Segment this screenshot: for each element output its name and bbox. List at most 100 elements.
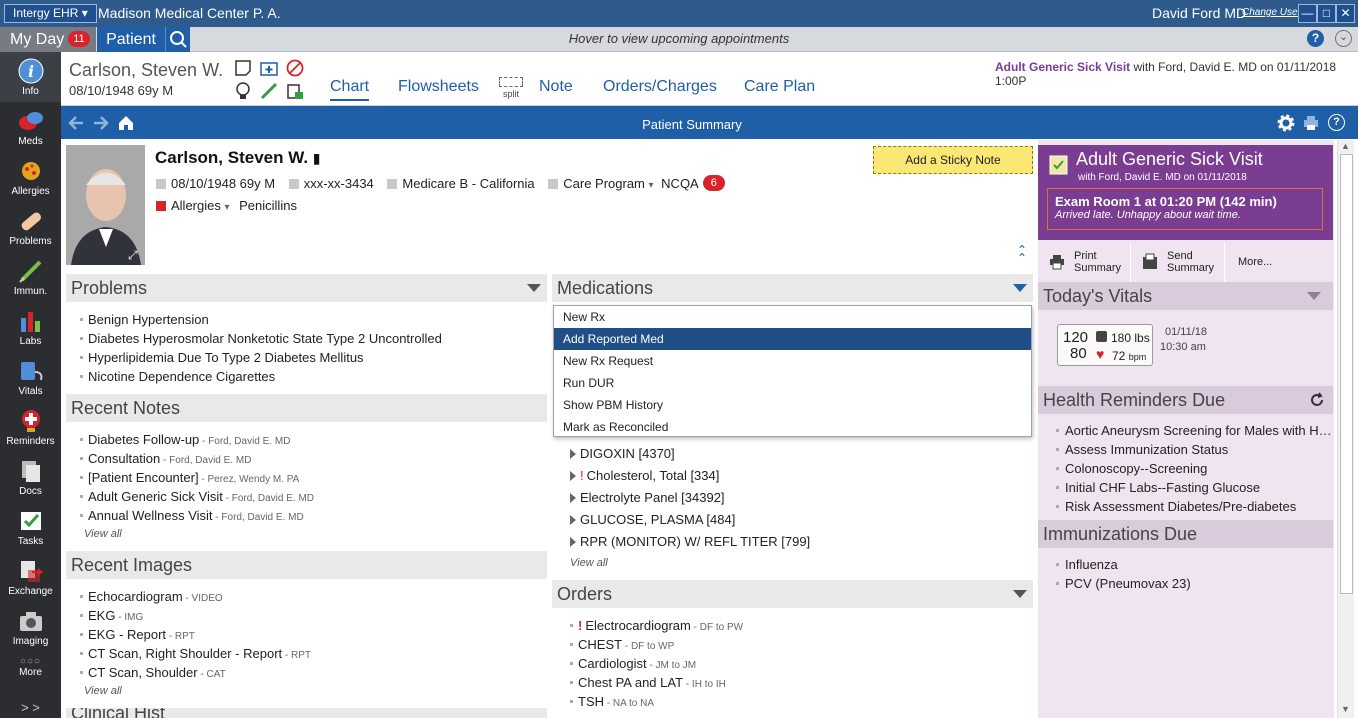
- ncqa-count-badge[interactable]: 6: [702, 175, 725, 191]
- help-icon[interactable]: ?: [1307, 30, 1324, 47]
- recent-images-section-header[interactable]: Recent Images: [66, 551, 547, 579]
- allergies-dropdown[interactable]: Allergies ▾: [171, 198, 230, 213]
- notes-view-all-link[interactable]: View all: [62, 525, 122, 544]
- problem-item[interactable]: Diabetes Hyperosmolar Nonketotic State T…: [66, 329, 547, 348]
- tab-care-plan[interactable]: Care Plan: [744, 78, 815, 96]
- menu-item[interactable]: Run DUR: [554, 372, 1031, 394]
- tab-chart[interactable]: Chart: [330, 78, 370, 101]
- split-icon[interactable]: [499, 77, 523, 87]
- tab-orders-charges[interactable]: Orders/Charges: [603, 78, 717, 96]
- immunizations-due-header[interactable]: Immunizations Due: [1038, 520, 1333, 548]
- upcoming-appointments-hint[interactable]: Hover to view upcoming appointments: [0, 31, 1358, 46]
- print-summary-button[interactable]: Print Summary: [1038, 242, 1131, 282]
- collapse-triangle-icon[interactable]: [1307, 292, 1321, 300]
- scroll-down-icon[interactable]: ▼: [1341, 704, 1350, 714]
- lab-result-item[interactable]: DIGOXIN [4370]: [566, 443, 1032, 465]
- sidebar-item-problems[interactable]: Problems: [0, 208, 61, 247]
- problem-item[interactable]: Nicotine Dependence Cigarettes: [66, 367, 547, 386]
- labs-view-all-link[interactable]: View all: [548, 554, 608, 573]
- order-item[interactable]: ! Electrocardiogram - DF to PW: [556, 616, 1033, 635]
- refresh-icon[interactable]: [1309, 392, 1325, 408]
- order-item[interactable]: TSH - NA to NA: [556, 692, 1033, 711]
- immunization-syringe-icon[interactable]: [260, 82, 278, 100]
- menu-item[interactable]: Show PBM History: [554, 394, 1031, 416]
- image-item[interactable]: CT Scan, Right Shoulder - Report - RPT: [66, 644, 547, 663]
- menu-item[interactable]: Mark as Reconciled: [554, 416, 1031, 438]
- app-menu-button[interactable]: Intergy EHR ▾: [4, 4, 97, 23]
- health-reminders-header[interactable]: Health Reminders Due: [1038, 386, 1333, 414]
- immunization-item[interactable]: Influenza: [1038, 555, 1332, 574]
- sidebar-item-more[interactable]: ○○○ More: [0, 656, 61, 678]
- chevron-down-icon[interactable]: ⌄: [1335, 30, 1352, 47]
- medical-kit-icon[interactable]: [260, 59, 278, 77]
- problem-item[interactable]: Benign Hypertension: [66, 310, 547, 329]
- sidebar-item-allergies[interactable]: Allergies: [0, 158, 61, 197]
- health-reminder-item[interactable]: Aortic Aneurysm Screening for Males with…: [1038, 421, 1332, 440]
- note-item[interactable]: [Patient Encounter] - Perez, Wendy M. PA: [66, 468, 547, 487]
- sidebar-item-immunizations[interactable]: Immun.: [0, 258, 61, 297]
- health-reminder-item[interactable]: Colonoscopy--Screening: [1038, 459, 1332, 478]
- note-item[interactable]: Adult Generic Sick Visit - Ford, David E…: [66, 487, 547, 506]
- health-reminder-item[interactable]: Assess Immunization Status: [1038, 440, 1332, 459]
- image-item[interactable]: EKG - Report - RPT: [66, 625, 547, 644]
- more-actions-button[interactable]: More...: [1226, 242, 1333, 282]
- problems-section-header[interactable]: Problems: [66, 274, 547, 302]
- vitals-summary[interactable]: 120 80 180 lbs ♥ 72 bpm: [1057, 324, 1153, 366]
- scrollbar-thumb[interactable]: [1340, 154, 1353, 594]
- tab-flowsheets[interactable]: Flowsheets: [398, 78, 479, 96]
- send-summary-button[interactable]: Send Summary: [1132, 242, 1225, 282]
- collapse-triangle-icon[interactable]: [527, 284, 541, 292]
- order-item[interactable]: CHEST - DF to WP: [556, 635, 1033, 654]
- patient-search-button[interactable]: [165, 27, 190, 52]
- scroll-document-icon[interactable]: ▮: [313, 150, 321, 166]
- recent-notes-section-header[interactable]: Recent Notes: [66, 394, 547, 422]
- sidebar-item-imaging[interactable]: Imaging: [0, 608, 61, 647]
- expand-photo-icon[interactable]: ⤢: [128, 248, 138, 263]
- image-item[interactable]: Echocardiogram - VIDEO: [66, 587, 547, 606]
- lab-result-item[interactable]: GLUCOSE, PLASMA [484]: [566, 509, 1032, 531]
- order-item[interactable]: Chest PA and LAT - IH to IH: [556, 673, 1033, 692]
- tab-my-day[interactable]: My Day 11: [0, 27, 96, 52]
- sidebar-expand-button[interactable]: > >: [0, 700, 61, 715]
- health-reminder-item[interactable]: Risk Assessment Diabetes/Pre-diabetes: [1038, 497, 1332, 516]
- note-item[interactable]: Consultation - Ford, David E. MD: [66, 449, 547, 468]
- scrollbar[interactable]: ▲ ▼: [1337, 140, 1354, 718]
- print-icon[interactable]: [1302, 114, 1320, 132]
- current-visit-info[interactable]: Adult Generic Sick Visit with Ford, Davi…: [995, 60, 1358, 88]
- gear-icon[interactable]: [1277, 114, 1295, 132]
- change-user-link[interactable]: Change User: [1242, 7, 1301, 18]
- medications-menu-triangle-icon[interactable]: [1013, 284, 1027, 292]
- secure-document-icon[interactable]: [286, 82, 304, 100]
- sidebar-item-exchange[interactable]: Exchange: [0, 558, 61, 597]
- lab-result-item[interactable]: RPR (MONITOR) W/ REFL TITER [799]: [566, 531, 1032, 553]
- todays-vitals-header[interactable]: Today's Vitals: [1038, 282, 1333, 310]
- lightbulb-icon[interactable]: [234, 82, 252, 100]
- no-entry-icon[interactable]: [286, 59, 304, 77]
- sidebar-item-reminders[interactable]: Reminders: [0, 408, 61, 447]
- collapse-triangle-icon[interactable]: [1013, 590, 1027, 598]
- visit-card[interactable]: Adult Generic Sick Visit with Ford, Davi…: [1038, 145, 1333, 240]
- menu-item[interactable]: New Rx: [554, 306, 1031, 328]
- sidebar-item-docs[interactable]: Docs: [0, 458, 61, 497]
- note-item[interactable]: Annual Wellness Visit - Ford, David E. M…: [66, 506, 547, 525]
- health-reminder-item[interactable]: Initial CHF Labs--Fasting Glucose: [1038, 478, 1332, 497]
- immunization-item[interactable]: PCV (Pneumovax 23): [1038, 574, 1332, 593]
- sidebar-item-info[interactable]: i Info: [0, 52, 61, 102]
- home-icon[interactable]: [117, 114, 135, 132]
- sidebar-item-vitals[interactable]: Vitals: [0, 358, 61, 397]
- image-item[interactable]: EKG - IMG: [66, 606, 547, 625]
- images-view-all-link[interactable]: View all: [62, 682, 122, 701]
- orders-section-header[interactable]: Orders: [552, 580, 1033, 608]
- sidebar-item-labs[interactable]: Labs: [0, 308, 61, 347]
- tab-patient[interactable]: Patient: [97, 27, 165, 52]
- menu-item[interactable]: Add Reported Med: [554, 328, 1031, 350]
- sidebar-item-tasks[interactable]: Tasks: [0, 508, 61, 547]
- order-item[interactable]: Cardiologist - JM to JM: [556, 654, 1033, 673]
- maximize-icon[interactable]: □: [1317, 4, 1336, 23]
- collapse-header-icon[interactable]: ⌃ ⌃: [1017, 244, 1027, 264]
- help-icon[interactable]: ?: [1328, 114, 1345, 131]
- ncqa-label[interactable]: NCQA: [661, 176, 699, 191]
- problem-item[interactable]: Hyperlipidemia Due To Type 2 Diabetes Me…: [66, 348, 547, 367]
- minimize-icon[interactable]: —: [1298, 4, 1317, 23]
- note-item[interactable]: Diabetes Follow-up - Ford, David E. MD: [66, 430, 547, 449]
